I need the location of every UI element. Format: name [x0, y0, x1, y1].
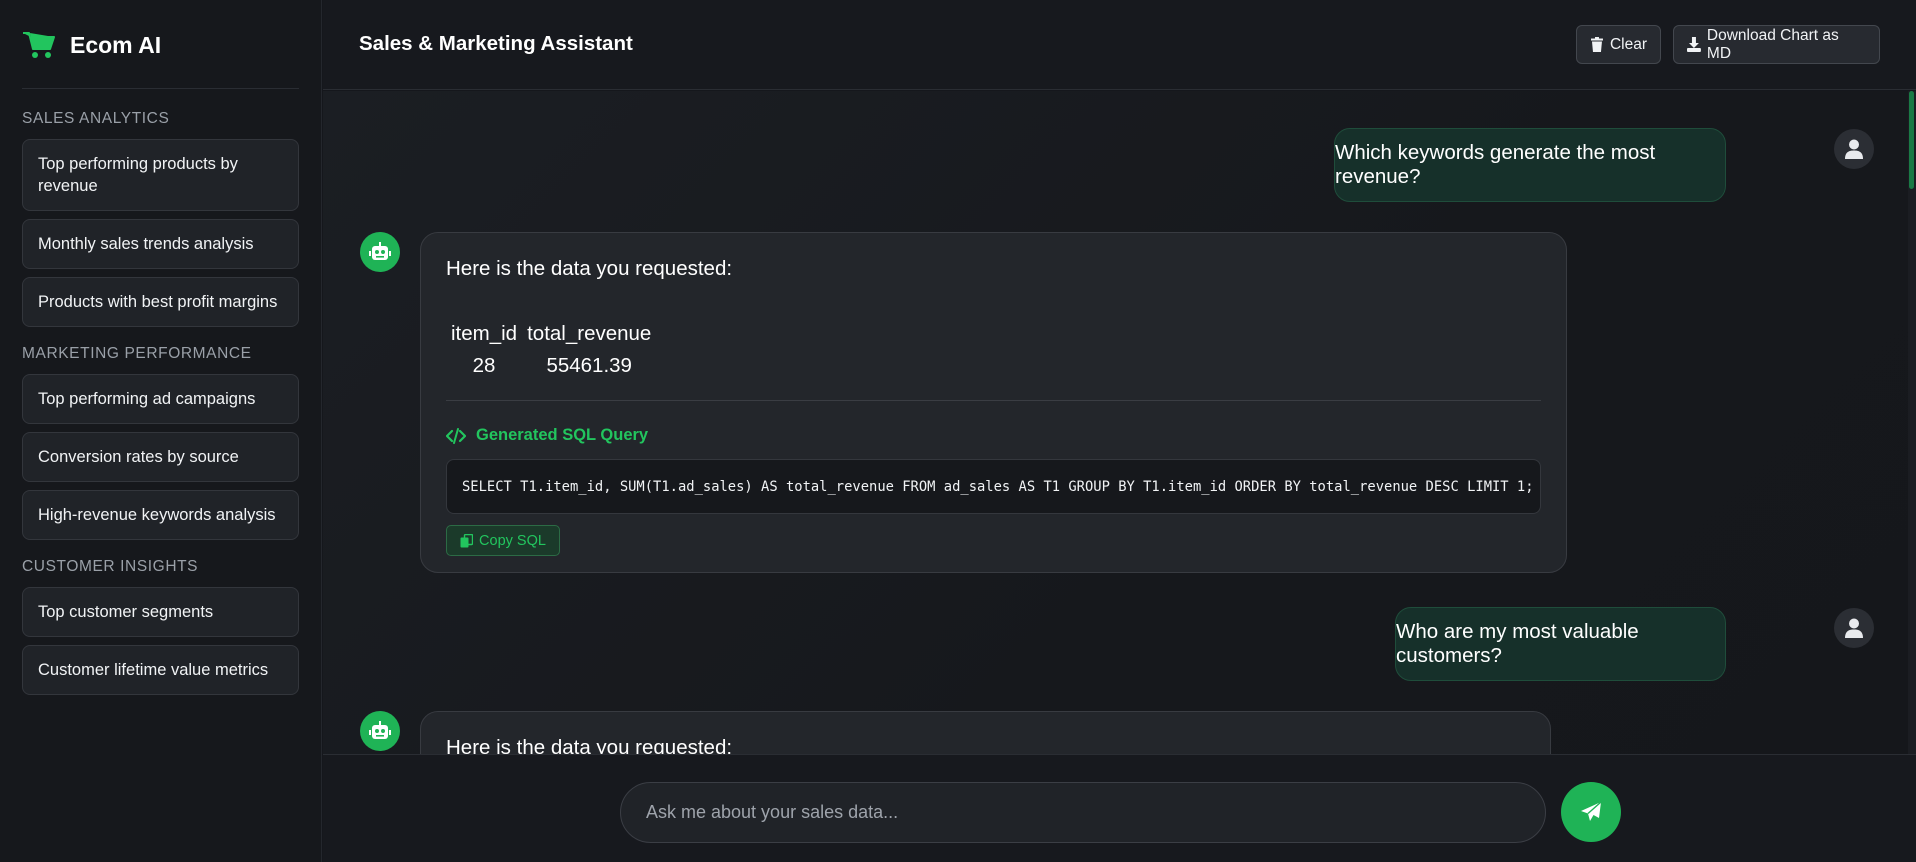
user-avatar	[1834, 129, 1874, 169]
paper-plane-icon	[1581, 801, 1602, 821]
sidebar-item-lifetime-value[interactable]: Customer lifetime value metrics	[22, 645, 299, 695]
sidebar-item-monthly-trends[interactable]: Monthly sales trends analysis	[22, 219, 299, 269]
brand-name: Ecom AI	[70, 31, 162, 58]
copy-sql-button[interactable]: Copy SQL	[446, 525, 560, 556]
clear-label: Clear	[1609, 35, 1647, 53]
table-header-total-revenue: total_revenue	[527, 322, 652, 345]
trash-icon	[1590, 37, 1603, 52]
download-label: Download Chart as MD	[1706, 26, 1839, 62]
shopping-cart-icon	[23, 32, 55, 58]
copy-sql-label: Copy SQL	[479, 532, 546, 549]
sidebar-item-ad-campaigns[interactable]: Top performing ad campaigns	[22, 374, 299, 424]
user-icon	[1845, 139, 1863, 159]
table-header-item-id: item_id	[451, 322, 518, 345]
sidebar-item-top-products[interactable]: Top performing products by revenue	[22, 139, 299, 211]
bot-message: Here is the data you requested:	[420, 711, 1551, 754]
table-cell: 55461.39	[546, 353, 632, 377]
user-message: Who are my most valuable customers?	[1395, 607, 1726, 681]
bot-avatar	[360, 232, 400, 272]
chat-input[interactable]: Ask me about your sales data...	[620, 782, 1546, 843]
scrollbar-thumb[interactable]	[1909, 91, 1914, 189]
input-bar: Ask me about your sales data...	[323, 754, 1916, 862]
code-icon	[446, 427, 466, 444]
divider	[446, 400, 1541, 401]
clear-button[interactable]: Clear	[1576, 25, 1661, 64]
user-message-text: Who are my most valuable customers?	[1396, 620, 1639, 667]
section-title-sales-analytics: SALES ANALYTICS	[22, 110, 170, 127]
sidebar-item-keywords[interactable]: High-revenue keywords analysis	[22, 490, 299, 540]
header: Sales & Marketing Assistant Clear Downlo…	[323, 0, 1916, 90]
sql-code-block[interactable]: SELECT T1.item_id, SUM(T1.ad_sales) AS t…	[446, 459, 1541, 514]
sql-label-text: Generated SQL Query	[476, 426, 649, 444]
result-table: item_id total_revenue 28 55461.39	[446, 319, 656, 382]
download-icon	[1687, 37, 1701, 52]
sidebar: Ecom AI SALES ANALYTICS Top performing p…	[0, 0, 322, 862]
send-button[interactable]	[1561, 782, 1621, 842]
user-message-text: Which keywords generate the most revenue…	[1335, 141, 1656, 188]
robot-icon	[369, 721, 391, 739]
table-row: 28 55461.39	[446, 349, 656, 382]
table-cell: 28	[472, 353, 496, 377]
brand: Ecom AI	[22, 0, 299, 89]
user-message: Which keywords generate the most revenue…	[1334, 128, 1726, 202]
sql-code-text: SELECT T1.item_id, SUM(T1.ad_sales) AS t…	[462, 478, 1534, 495]
user-avatar	[1834, 608, 1874, 648]
bot-intro-text: Here is the data you requested:	[446, 257, 733, 280]
sidebar-item-profit-margins[interactable]: Products with best profit margins	[22, 277, 299, 327]
sidebar-item-customer-segments[interactable]: Top customer segments	[22, 587, 299, 637]
bot-message: Here is the data you requested: item_id …	[420, 232, 1567, 573]
chat-input-placeholder: Ask me about your sales data...	[646, 802, 899, 822]
robot-icon	[369, 242, 391, 260]
bot-intro-text: Here is the data you requested:	[446, 736, 733, 754]
chat-area[interactable]: Which keywords generate the most revenue…	[323, 91, 1916, 754]
download-chart-button[interactable]: Download Chart as MD	[1673, 25, 1880, 64]
scrollbar[interactable]	[1908, 91, 1916, 754]
copy-icon	[460, 533, 474, 547]
sql-section-label: Generated SQL Query	[446, 426, 648, 445]
page-title: Sales & Marketing Assistant	[359, 32, 633, 55]
section-title-customer-insights: CUSTOMER INSIGHTS	[22, 558, 199, 575]
section-title-marketing-performance: MARKETING PERFORMANCE	[22, 345, 252, 362]
sidebar-item-conversion-rates[interactable]: Conversion rates by source	[22, 432, 299, 482]
user-icon	[1845, 618, 1863, 638]
bot-avatar	[360, 711, 400, 751]
